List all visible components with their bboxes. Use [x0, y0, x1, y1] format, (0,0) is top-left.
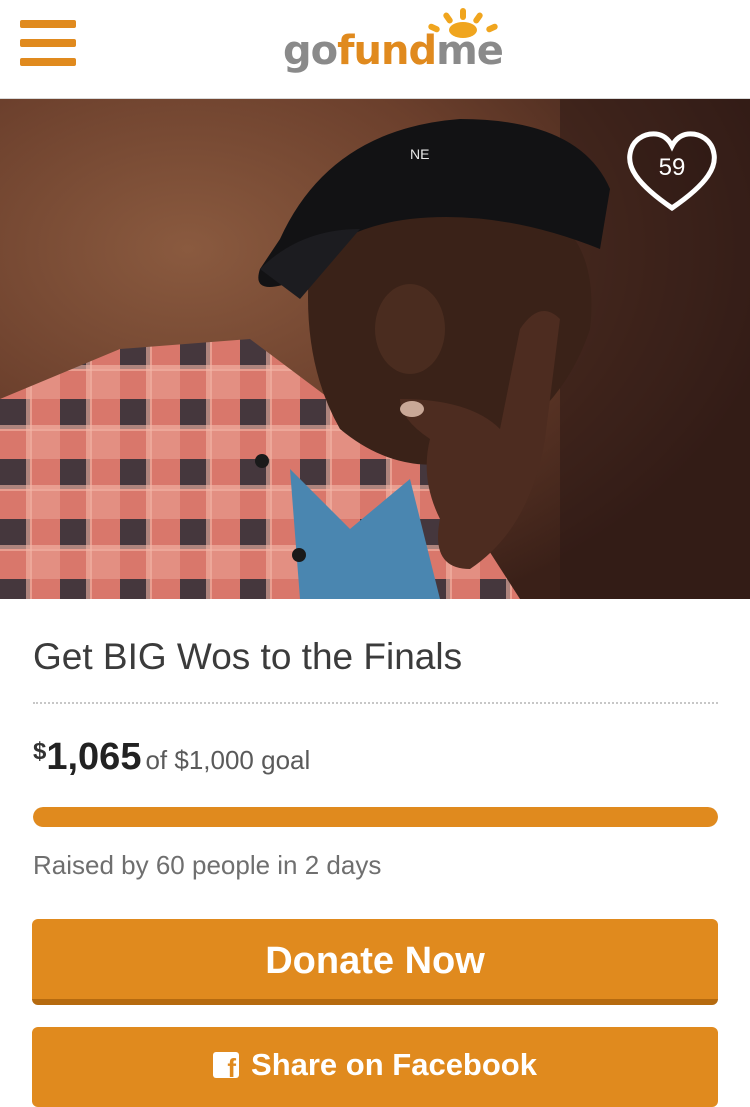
goal-text: of $1,000 goal	[145, 745, 311, 775]
share-button-content: f Share on Facebook	[32, 1047, 718, 1083]
campaign-title: Get BIG Wos to the Finals	[33, 636, 463, 677]
menu-bar-middle	[20, 39, 76, 47]
title-divider	[33, 702, 718, 704]
raised-by-text: Raised by 60 people in 2 days	[33, 850, 382, 880]
funding-summary: $1,065 of $1,000 goal	[33, 736, 310, 779]
progress-bar	[33, 807, 718, 827]
gofundme-logo[interactable]: gofundme	[283, 6, 504, 78]
donate-now-button[interactable]: Donate Now	[32, 919, 718, 1005]
hamburger-menu-icon[interactable]	[20, 20, 76, 66]
currency-symbol: $	[33, 738, 47, 765]
app-header: gofundme	[0, 0, 750, 99]
like-heart-icon[interactable]: 59	[624, 130, 720, 216]
logo-wordmark: gofundme	[283, 28, 504, 74]
menu-bar-bottom	[20, 58, 76, 66]
like-count: 59	[658, 154, 686, 181]
raised-amount: 1,065	[46, 736, 142, 778]
campaign-photo[interactable]: NE 59	[0, 99, 750, 599]
menu-bar-top	[20, 20, 76, 28]
share-label: Share on Facebook	[251, 1047, 537, 1082]
share-on-facebook-button[interactable]: f Share on Facebook	[32, 1027, 718, 1107]
svg-text:NE: NE	[410, 146, 429, 162]
facebook-icon: f	[213, 1052, 240, 1081]
progress-fill	[33, 807, 718, 827]
